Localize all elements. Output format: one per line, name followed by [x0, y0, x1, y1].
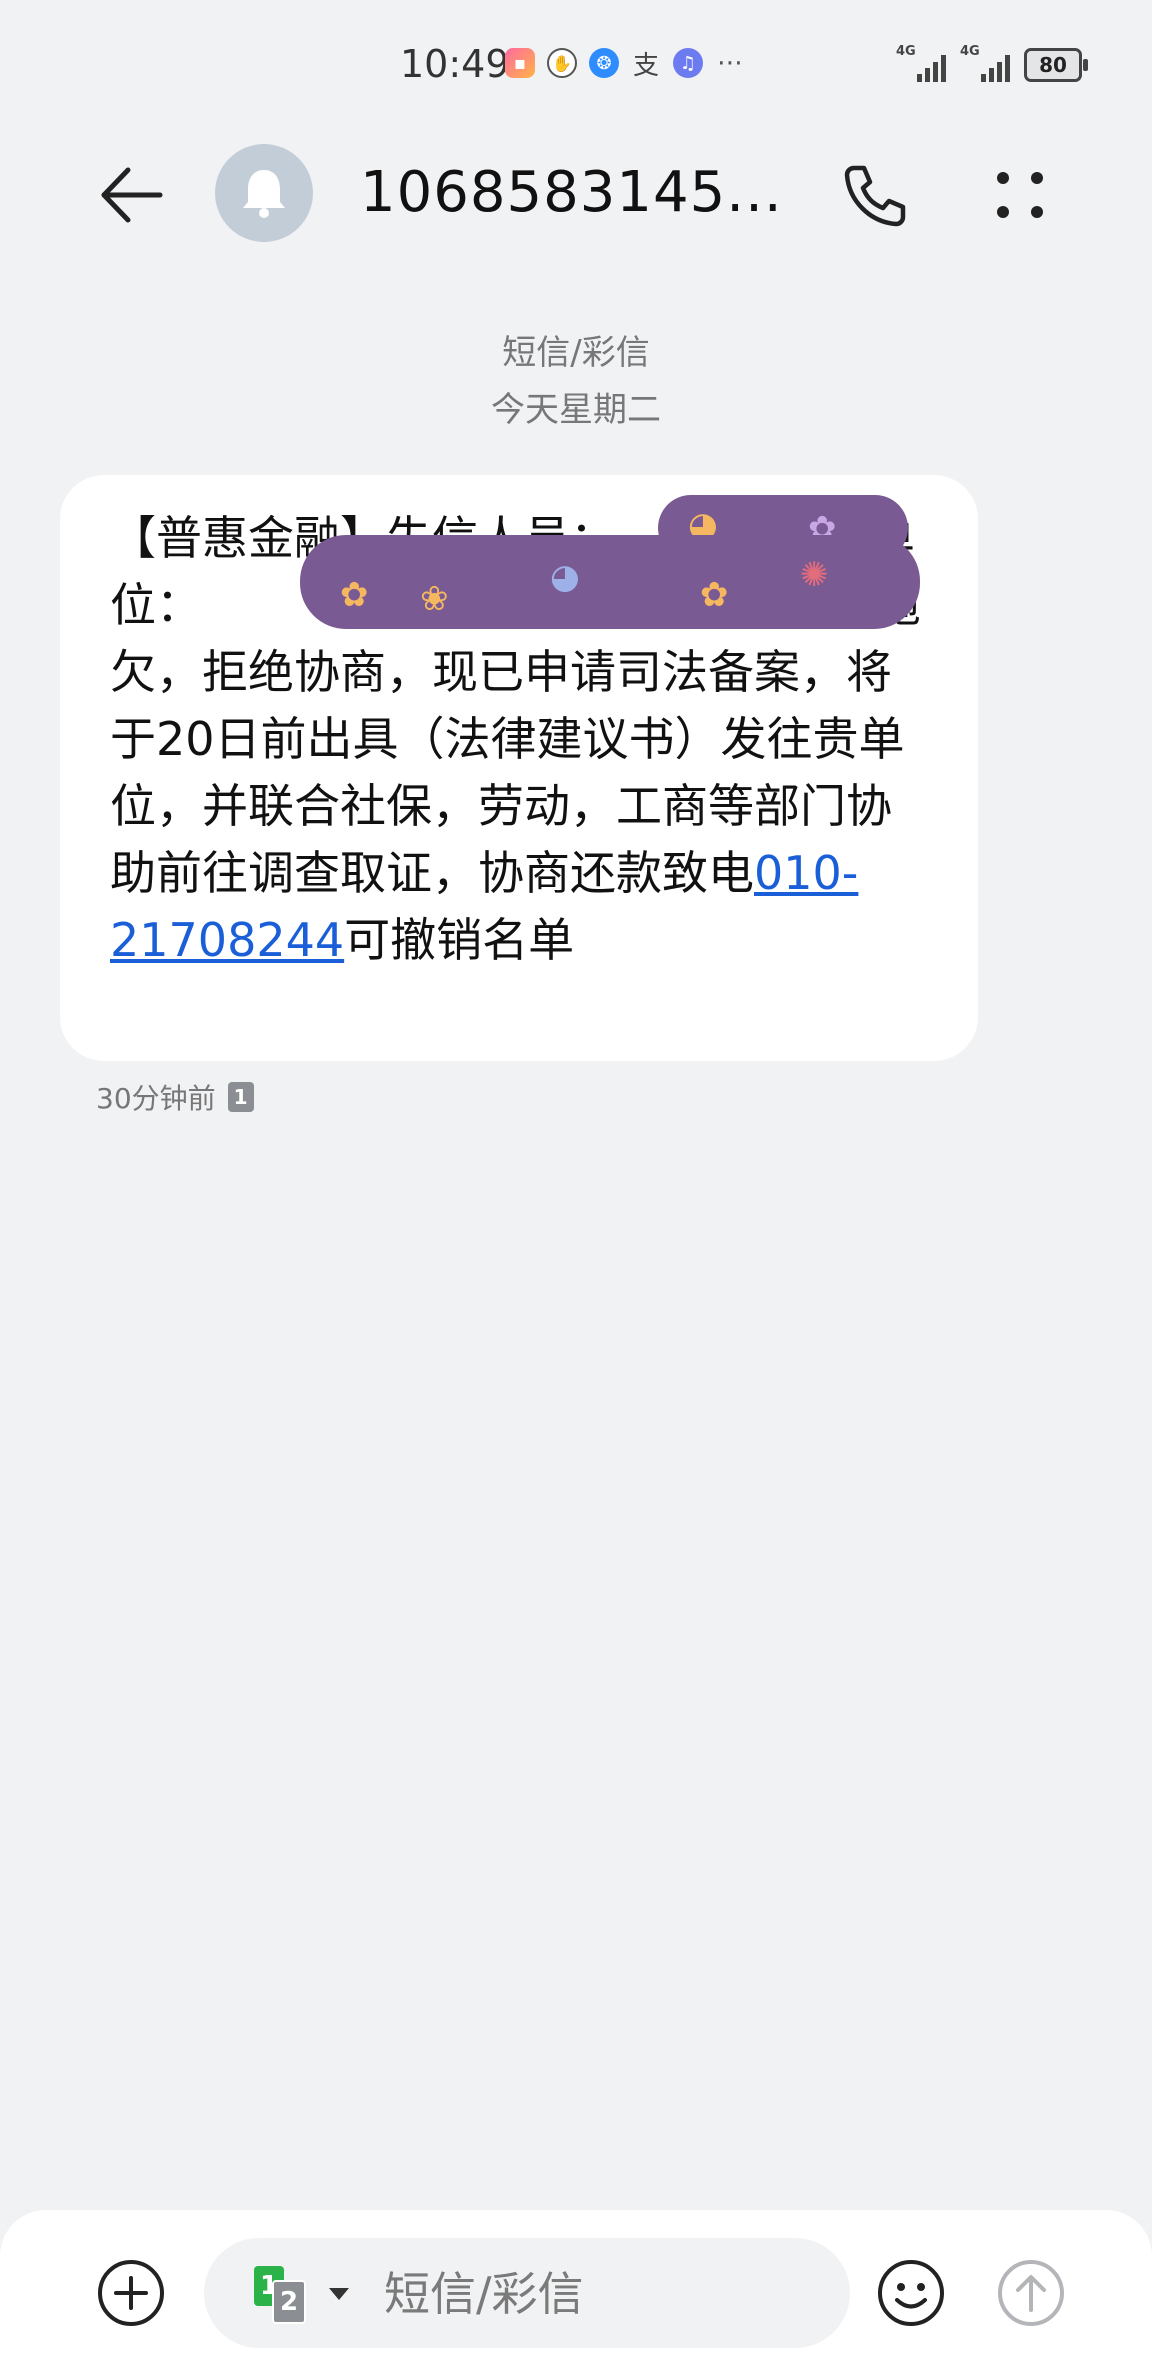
- bell-icon: [243, 170, 285, 218]
- sms-conversation-screen: 10:49 ▪ ✋ ❂ 支 ♫ ⋯ 4G 4G 80 1068583145...…: [0, 0, 1152, 2376]
- call-button[interactable]: [840, 160, 910, 230]
- status-time: 10:49: [400, 42, 510, 86]
- smiley-icon: [878, 2260, 944, 2326]
- back-arrow-icon: [101, 167, 163, 223]
- alipay-icon: 支: [632, 50, 659, 81]
- compose-field[interactable]: 1 2: [204, 2238, 850, 2348]
- conversation-header: 1068583145...: [0, 130, 1152, 260]
- avatar[interactable]: [215, 144, 313, 242]
- send-button[interactable]: [996, 2258, 1066, 2328]
- contact-number[interactable]: 1068583145...: [360, 160, 783, 225]
- thread-type-label: 短信/彩信: [502, 333, 650, 373]
- notification-icons: ▪ ✋ ❂ 支 ♫ ⋯: [505, 48, 745, 81]
- message-time: 30分钟前: [96, 1082, 216, 1115]
- music-icon: ♫: [673, 48, 703, 78]
- battery-icon: 80: [1024, 48, 1088, 82]
- add-attachment-button[interactable]: [96, 2258, 166, 2328]
- sim-switch-button[interactable]: 1 2: [254, 2266, 324, 2324]
- sim-2-icon: 2: [272, 2280, 306, 2324]
- message-bubble[interactable]: 【普惠金融】失信人员： 所在单位： 司公司贷款恶意拖欠，拒绝协商，现已申请司法备…: [60, 475, 978, 1061]
- message-timestamp: 30分钟前 1: [96, 1077, 254, 1117]
- app-icon: ▪: [505, 48, 535, 78]
- signal-icon-2: 4G: [960, 44, 1010, 82]
- emoji-button[interactable]: [876, 2258, 946, 2328]
- chevron-down-icon[interactable]: [329, 2288, 349, 2300]
- message-body-tail: 可撤销名单: [344, 913, 575, 967]
- send-arrow-icon: [998, 2260, 1064, 2326]
- redaction-overlay-2: ◕ ✿ ❀ ✿ ✺: [300, 535, 920, 629]
- signal-icon: 4G: [896, 44, 946, 82]
- more-dots-grid-icon: [997, 172, 1043, 218]
- gesture-icon: ✋: [547, 48, 577, 78]
- phone-icon: [844, 165, 906, 227]
- plus-circle-icon: [98, 2260, 164, 2326]
- back-button[interactable]: [96, 160, 166, 230]
- system-icons: 4G 4G 80: [896, 44, 1088, 82]
- flower-sticker-icon: ✿: [700, 575, 729, 615]
- thread-date-label: 今天星期二: [491, 390, 661, 430]
- compose-bar: 1 2: [0, 2210, 1152, 2376]
- owl-sticker-icon: ◕: [550, 557, 580, 597]
- message-input[interactable]: [382, 2260, 826, 2328]
- more-dots-icon: ⋯: [717, 48, 743, 78]
- status-bar: 10:49 ▪ ✋ ❂ 支 ♫ ⋯ 4G 4G 80: [0, 0, 1152, 130]
- browser-icon: ❂: [589, 48, 619, 78]
- more-options-button[interactable]: [985, 160, 1055, 230]
- sim-badge-icon: 1: [227, 1082, 254, 1112]
- flower-sticker-icon: ✿: [340, 575, 369, 615]
- flower-sticker-icon: ✺: [800, 555, 829, 595]
- flower-sticker-icon: ❀: [420, 579, 449, 619]
